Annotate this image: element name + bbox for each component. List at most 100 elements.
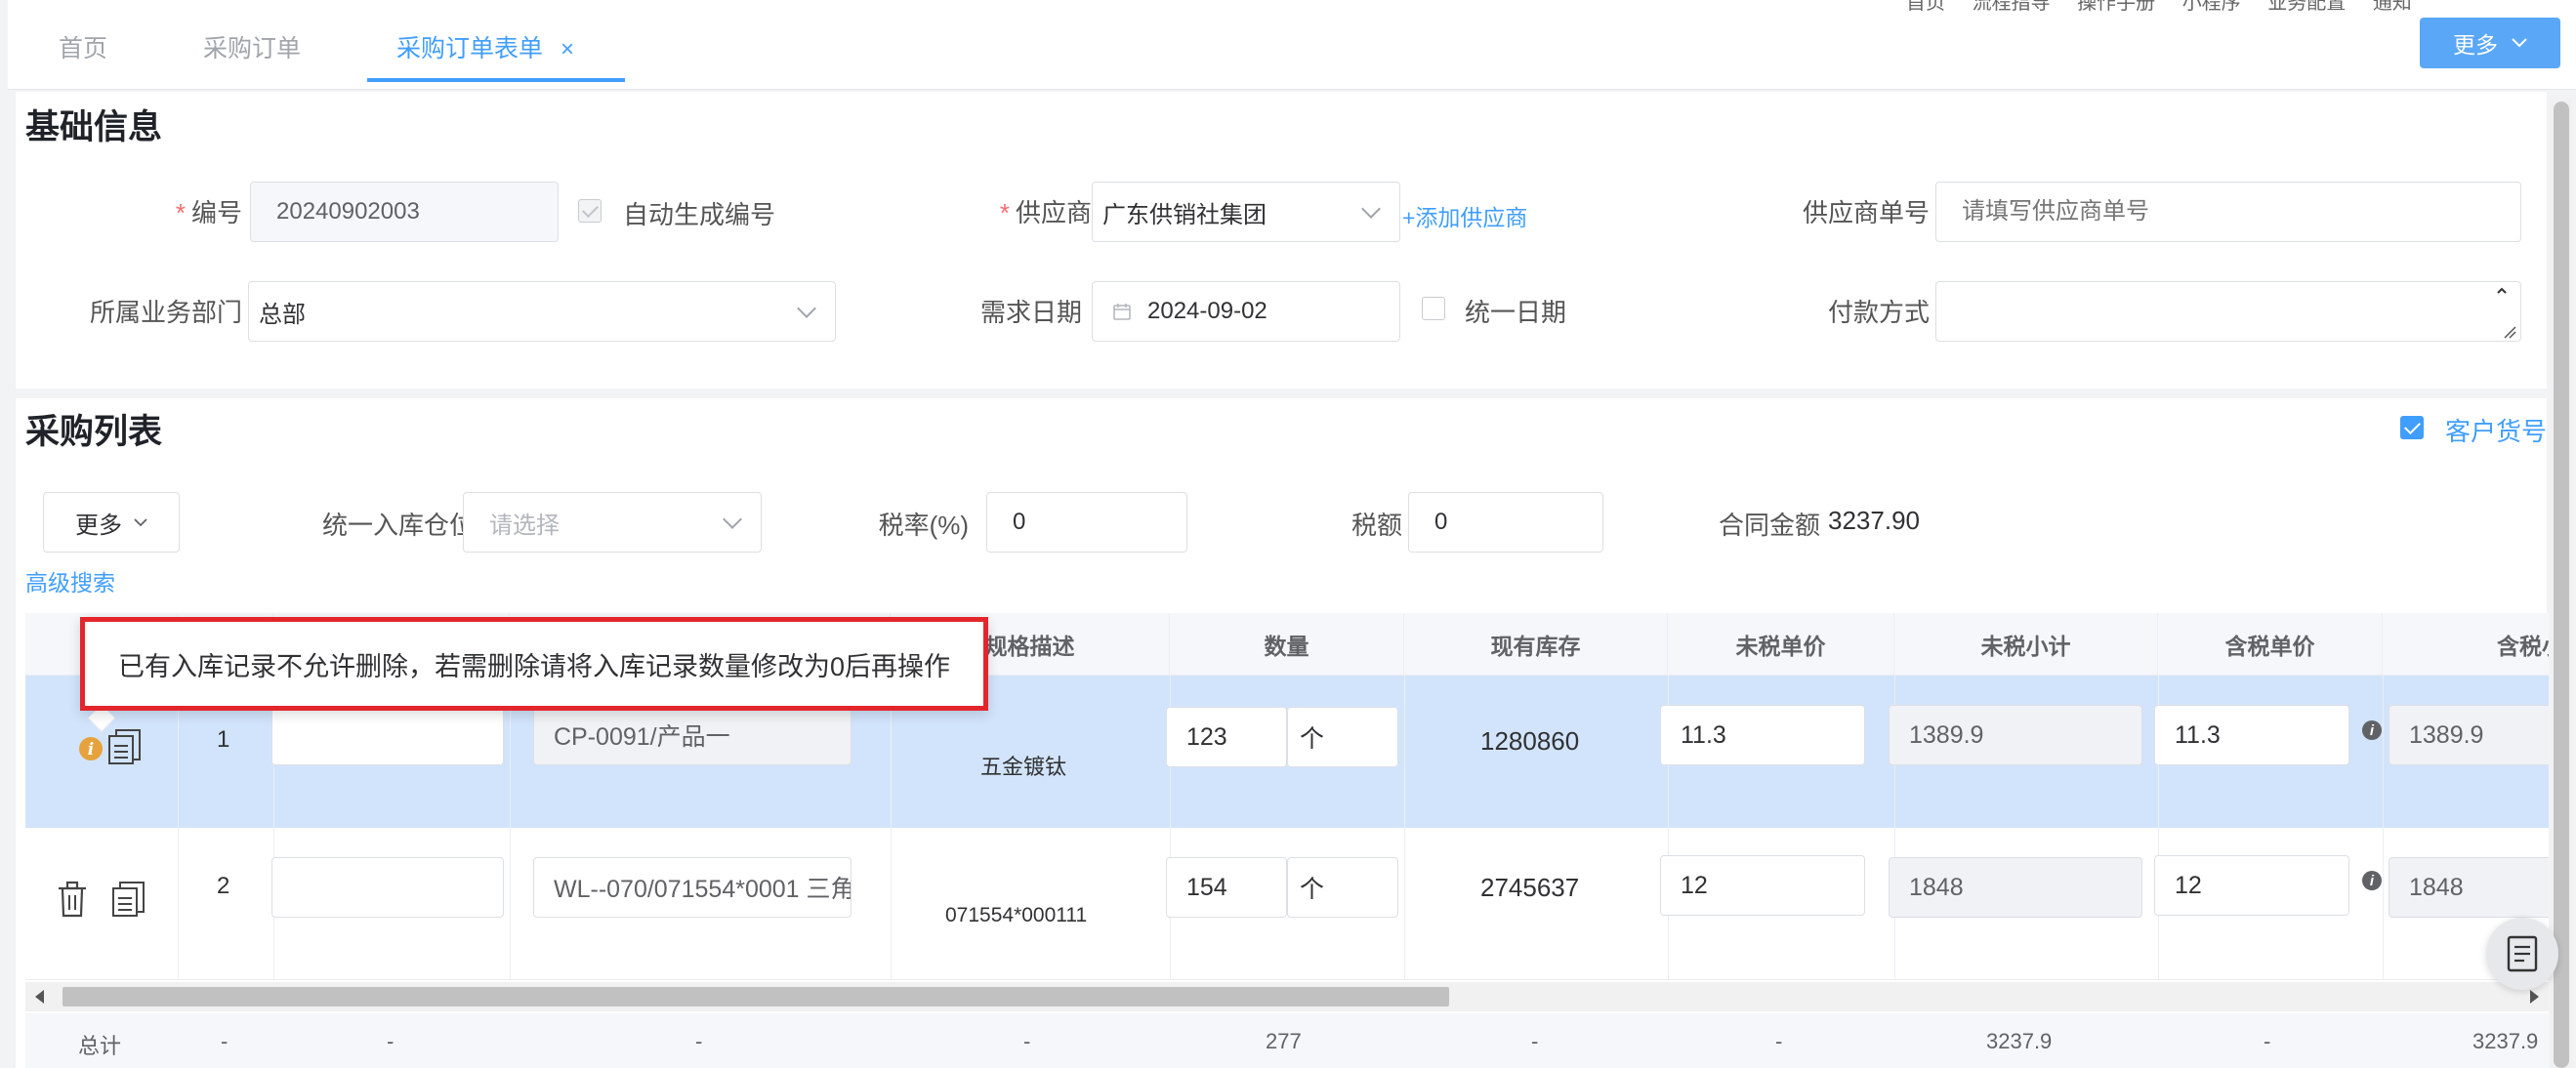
product-input[interactable]: CP-0091/产品一 [533, 705, 852, 765]
more-dropdown-button[interactable]: 更多 [43, 492, 180, 553]
untaxed-subtotal-input: 1389.9 [1889, 705, 2142, 765]
copy-icon[interactable] [111, 881, 146, 918]
tax-rate-input[interactable]: 0 [986, 492, 1187, 553]
tab-purchase-orders[interactable]: 采购订单 [203, 29, 301, 64]
top-nav-guide[interactable]: 流程指导 [1973, 0, 2051, 14]
top-nav-notice[interactable]: 通知 [2373, 0, 2412, 14]
advanced-search-link[interactable]: 高级搜索 [25, 564, 115, 597]
warehouse-label: 统一入库仓位 [321, 511, 475, 540]
supplier-no-input[interactable] [1935, 182, 2521, 242]
supplier-no-label: 供应商单号 [1802, 198, 1930, 227]
add-supplier-link[interactable]: +添加供应商 [1402, 199, 1527, 232]
untaxed-price-input[interactable]: 11.3 [1660, 705, 1865, 765]
untaxed-price-input[interactable]: 12 [1660, 855, 1865, 916]
number-input[interactable]: 20240902003 [250, 182, 559, 242]
scroll-right-icon[interactable] [2530, 990, 2539, 1004]
payment-textarea[interactable] [1935, 281, 2521, 342]
unify-date-checkbox[interactable] [1422, 297, 1445, 320]
more-dropdown-label: 更多 [75, 512, 122, 539]
unit-input[interactable]: 个 [1287, 857, 1398, 918]
close-icon[interactable]: × [561, 36, 574, 62]
document-icon [2507, 935, 2538, 972]
chevron-down-icon [2512, 38, 2527, 48]
taxed-price-input[interactable]: 11.3 [2154, 705, 2349, 765]
spec-text: 五金镀钛 [980, 755, 1067, 779]
header-taxed-price: 含税单价 [2158, 613, 2383, 676]
totals-spec: - [1023, 1029, 1031, 1053]
warehouse-placeholder: 请选择 [489, 512, 560, 539]
header-untaxed-subtotal: 未税小计 [1894, 613, 2158, 676]
row-index: 1 [217, 726, 230, 753]
app-frame: 首页 流程指导 操作手册 小程序 业务配置 通知 首页 采购订单 采购订单表单 ×… [0, 0, 2576, 1068]
payment-label: 付款方式 [1827, 298, 1930, 327]
demand-date-input[interactable]: 2024-09-02 [1092, 281, 1400, 342]
number-label: * 编号 [175, 198, 242, 227]
basic-info-title: 基础信息 [25, 108, 163, 146]
tab-label: 采购订单表单 [396, 35, 544, 62]
more-label: 更多 [2453, 32, 2498, 58]
active-tab-indicator [367, 78, 625, 82]
totals-untaxed-subtotal: 3237.9 [1986, 1029, 2053, 1053]
qty-input[interactable]: 154 [1166, 857, 1287, 918]
tab-purchase-order-form[interactable]: 采购订单表单 × [396, 29, 574, 64]
taxed-subtotal-input: 1848 [2389, 857, 2549, 918]
trash-icon[interactable] [57, 881, 88, 918]
taxed-price-input[interactable]: 12 [2154, 855, 2349, 916]
totals-label: 总计 [78, 1034, 122, 1058]
supplier-select[interactable]: 广东供销社集团 [1092, 182, 1400, 242]
copy-icon[interactable] [107, 728, 143, 765]
top-nav: 首页 流程指导 操作手册 小程序 业务配置 通知 [1906, 0, 2433, 15]
sku-input[interactable] [271, 705, 504, 765]
more-button[interactable]: 更多 [2420, 18, 2560, 68]
header-qty: 数量 [1170, 613, 1404, 676]
product-input[interactable]: WL--070/071554*0001 三角 [533, 857, 852, 918]
info-icon[interactable]: i [2362, 720, 2382, 740]
top-nav-manual[interactable]: 操作手册 [2077, 0, 2155, 14]
auto-number-label: 自动生成编号 [623, 200, 776, 229]
customer-sku-label[interactable]: 客户货号 [2445, 412, 2547, 448]
supplier-value: 广东供销社集团 [1102, 201, 1267, 228]
table-row[interactable]: 2 WL--070/071554*0001 三角 071554*000111 1… [25, 828, 2549, 980]
top-nav-config[interactable]: 业务配置 [2267, 0, 2346, 14]
warehouse-select[interactable]: 请选择 [463, 492, 762, 553]
totals-qty: 277 [1266, 1029, 1302, 1053]
contract-amount-label: 合同金额 [1718, 511, 1820, 540]
tax-amount-input[interactable]: 0 [1408, 492, 1603, 553]
resize-handle-icon[interactable] [2501, 323, 2516, 339]
unify-date-label: 统一日期 [1465, 298, 1567, 327]
unit-input[interactable]: 个 [1287, 707, 1398, 767]
supplier-label: * 供应商 [999, 198, 1092, 227]
chevron-down-icon [134, 517, 147, 526]
contract-amount-value: 3237.90 [1828, 506, 1920, 535]
demand-date-label: 需求日期 [979, 298, 1082, 327]
spec-text: 071554*000111 [945, 904, 1088, 926]
totals-sku: - [387, 1029, 395, 1053]
chevron-down-icon [797, 299, 816, 318]
dept-label: 所属业务部门 [89, 298, 242, 327]
tab-home[interactable]: 首页 [59, 29, 107, 64]
top-nav-home[interactable]: 首页 [1906, 0, 1945, 14]
qty-input[interactable]: 123 [1166, 707, 1287, 767]
info-icon[interactable]: i [2362, 871, 2382, 890]
scroll-left-icon[interactable] [35, 990, 44, 1004]
horizontal-scrollbar[interactable] [25, 982, 2549, 1011]
top-nav-miniapp[interactable]: 小程序 [2182, 0, 2241, 14]
totals-product: - [695, 1029, 703, 1053]
calendar-icon [1113, 304, 1131, 320]
warning-icon[interactable]: i [78, 736, 104, 761]
chevron-down-icon [723, 510, 742, 529]
stock-value: 1280860 [1480, 726, 1580, 756]
horizontal-scrollbar-thumb[interactable] [62, 987, 1449, 1006]
dept-select[interactable]: 总部 [248, 281, 836, 342]
sku-input[interactable] [271, 857, 504, 918]
vertical-scrollbar-thumb[interactable] [2554, 102, 2569, 1068]
totals-taxed-price: - [2264, 1029, 2271, 1053]
chevron-down-icon [1361, 199, 1381, 219]
totals-taxed-subtotal: 3237.9 [2472, 1029, 2539, 1053]
totals-untaxed-price: - [1775, 1029, 1783, 1053]
auto-number-checkbox[interactable] [578, 199, 602, 223]
basic-info-card: 基础信息 * 编号 20240902003 自动生成编号 * 供应商 广东供销社集团… [16, 92, 2547, 389]
document-float-button[interactable] [2486, 918, 2558, 990]
row-index: 2 [217, 873, 230, 899]
customer-sku-checkbox[interactable] [2400, 416, 2424, 439]
